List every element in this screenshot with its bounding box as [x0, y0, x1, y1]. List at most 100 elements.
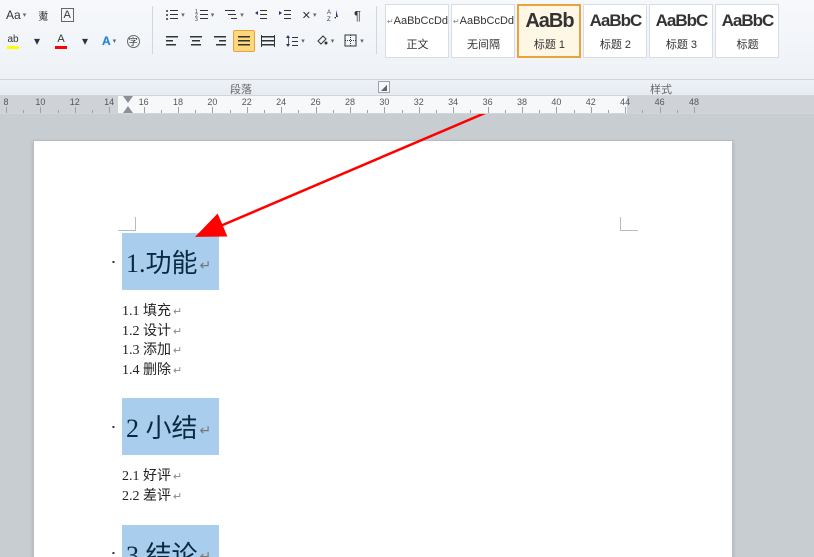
- first-line-indent-marker[interactable]: [123, 96, 133, 103]
- borders-icon: [344, 34, 358, 48]
- align-left-icon: [165, 34, 179, 48]
- doc-block: 3 结论↵: [122, 525, 219, 557]
- highlight-button[interactable]: ab: [2, 30, 24, 52]
- align-center-button[interactable]: [185, 30, 207, 52]
- style-item-标题[interactable]: AaBbC标题: [715, 4, 779, 58]
- margin-corner-tl: [118, 217, 136, 231]
- align-justify-icon: [237, 34, 251, 48]
- paragraph-mark-icon: ↵: [200, 550, 212, 557]
- multilevel-icon: [224, 8, 238, 22]
- borders-button[interactable]: ▾: [340, 30, 368, 52]
- font-color-dropdown[interactable]: ▾: [74, 30, 96, 52]
- bullets-button[interactable]: ▾: [161, 4, 189, 26]
- show-marks-button[interactable]: ¶: [346, 4, 368, 26]
- font-color-button[interactable]: A: [50, 30, 72, 52]
- style-item-标题2[interactable]: AaBbC 标题 2: [583, 4, 647, 58]
- doc-block: 1.功能↵ 1.1 填充↵1.2 设计↵1.3 添加↵1.4 删除↵: [122, 233, 219, 380]
- sort-button[interactable]: AZ: [322, 4, 344, 26]
- align-left-button[interactable]: [161, 30, 183, 52]
- decrease-indent-button[interactable]: [250, 4, 272, 26]
- style-name: 标题 2: [600, 36, 631, 52]
- style-sample: ↵ AaBbCcDd: [453, 10, 514, 32]
- style-sample: AaBbC: [590, 10, 642, 32]
- phonetic-guide-button[interactable]: 魙: [32, 4, 54, 26]
- style-sample: AaBbC: [656, 10, 708, 32]
- paragraph-mark-icon: ↵: [173, 306, 182, 318]
- enclose-char-button[interactable]: 字: [122, 30, 144, 52]
- font-color-swatch: [55, 46, 67, 49]
- separator: [152, 6, 153, 54]
- heading-1[interactable]: 2 小结↵: [122, 398, 219, 455]
- paragraph-mark-icon: ↵: [173, 365, 182, 377]
- style-item-标题1[interactable]: AaBb标题 1: [517, 4, 581, 58]
- outdent-icon: [254, 8, 268, 22]
- style-item-标题3[interactable]: AaBbC标题 3: [649, 4, 713, 58]
- heading-1[interactable]: 1.功能↵: [122, 233, 219, 290]
- align-dist-icon: [261, 34, 275, 48]
- align-distributed-button[interactable]: [257, 30, 279, 52]
- doc-subitem[interactable]: 1.1 填充↵: [122, 302, 219, 322]
- paragraph-group-label: 段落: [230, 81, 252, 97]
- doc-subitem[interactable]: 1.4 删除↵: [122, 361, 219, 381]
- style-sample: ↵ AaBbCcDd: [387, 10, 448, 32]
- asian-icon: ✕: [302, 9, 311, 22]
- bucket-icon: [315, 34, 329, 48]
- indent-icon: [278, 8, 292, 22]
- style-name: 无间隔: [467, 36, 500, 52]
- paragraph-dialog-launcher[interactable]: ◢: [378, 81, 390, 93]
- multilevel-list-button[interactable]: ▾: [220, 4, 248, 26]
- text-effects-icon: A: [102, 34, 111, 48]
- numbering-icon: 123: [195, 8, 209, 22]
- highlight-letter: ab: [7, 34, 18, 45]
- document-content: 1.功能↵ 1.1 填充↵1.2 设计↵1.3 添加↵1.4 删除↵ 2 小结↵ 2.…: [122, 233, 219, 557]
- bullets-icon: [165, 8, 179, 22]
- line-spacing-button[interactable]: ▾: [281, 30, 309, 52]
- styles-group-label: 样式: [650, 81, 672, 97]
- fontcolor-letter: A: [57, 33, 64, 45]
- style-name: 标题: [736, 36, 758, 52]
- doc-subitem[interactable]: 1.3 添加↵: [122, 341, 219, 361]
- horizontal-ruler[interactable]: 8101214161820222426283032343638404244464…: [0, 96, 814, 114]
- align-center-icon: [189, 34, 203, 48]
- style-item-正文[interactable]: ↵ AaBbCcDd正文: [385, 4, 449, 58]
- hanging-indent-marker[interactable]: [123, 106, 133, 113]
- heading-1[interactable]: 3 结论↵: [122, 525, 219, 557]
- paragraph-mark-icon: ↵: [173, 471, 182, 483]
- paragraph-mark-icon: ↵: [200, 259, 212, 274]
- document-page[interactable]: 1.功能↵ 1.1 填充↵1.2 设计↵1.3 添加↵1.4 删除↵ 2 小结↵ 2.…: [33, 140, 733, 557]
- svg-text:3: 3: [195, 17, 198, 22]
- styles-gallery: ↵ AaBbCcDd正文↵ AaBbCcDd无间隔AaBb标题 1AaBbC标题…: [381, 2, 779, 58]
- doc-subitem[interactable]: 2.2 差评↵: [122, 487, 219, 507]
- char-border-button[interactable]: A: [56, 4, 78, 26]
- numbering-button[interactable]: 123▾: [191, 4, 219, 26]
- phonetic-icon: 魙: [38, 8, 48, 23]
- chevron-down-icon: ▾: [331, 37, 335, 45]
- doc-subitem[interactable]: 2.1 好评↵: [122, 467, 219, 487]
- align-right-button[interactable]: [209, 30, 231, 52]
- paragraph-mark-icon: ↵: [200, 424, 212, 439]
- margin-corner-tr: [620, 217, 638, 231]
- paragraph-mark-icon: ↵: [173, 326, 182, 338]
- chevron-down-icon: ▾: [113, 37, 117, 45]
- paragraph-mark-icon: ↵: [173, 491, 182, 503]
- align-justify-button[interactable]: [233, 30, 255, 52]
- chevron-down-icon: ▾: [301, 37, 305, 45]
- highlight-dropdown[interactable]: ▾: [26, 30, 48, 52]
- highlight-swatch: [7, 46, 19, 49]
- text-effects-button[interactable]: A▾: [98, 30, 120, 52]
- chevron-down-icon: ▾: [313, 11, 317, 19]
- style-sample: AaBb: [525, 10, 573, 32]
- pilcrow-icon: ¶: [354, 8, 361, 23]
- style-item-无间隔[interactable]: ↵ AaBbCcDd 无间隔: [451, 4, 515, 58]
- chevron-down-icon: ▾: [211, 11, 215, 19]
- shading-button[interactable]: ▾: [311, 30, 339, 52]
- align-right-icon: [213, 34, 227, 48]
- char-border-icon: A: [61, 8, 74, 22]
- document-area: 1.功能↵ 1.1 填充↵1.2 设计↵1.3 添加↵1.4 删除↵ 2 小结↵ 2.…: [0, 114, 814, 557]
- change-case-button[interactable]: Aa▾: [2, 4, 30, 26]
- asian-layout-button[interactable]: ✕▾: [298, 4, 321, 26]
- chevron-down-icon: ▾: [240, 11, 244, 19]
- increase-indent-button[interactable]: [274, 4, 296, 26]
- doc-subitem[interactable]: 1.2 设计↵: [122, 322, 219, 342]
- paragraph-mark-icon: ↵: [173, 345, 182, 357]
